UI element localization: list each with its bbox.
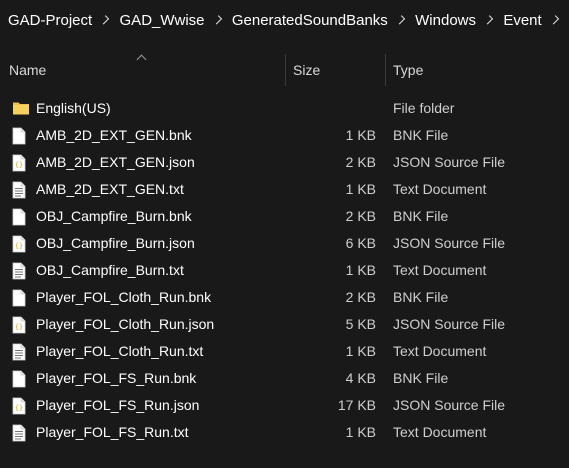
file-row[interactable]: Player_FOL_FS_Run.bnk 4 KB BNK File — [0, 365, 569, 392]
file-row[interactable]: Player_FOL_FS_Run.txt 1 KB Text Document — [0, 419, 569, 446]
file-name: AMB_2D_EXT_GEN.txt — [36, 181, 184, 197]
file-icon — [12, 289, 28, 307]
text-file-icon — [12, 181, 28, 199]
breadcrumb-item-gad-project[interactable]: GAD-Project — [8, 12, 92, 29]
file-name: Player_FOL_Cloth_Run.bnk — [36, 289, 212, 305]
column-divider[interactable] — [385, 54, 386, 86]
file-row[interactable]: {} AMB_2D_EXT_GEN.json 2 KB JSON Source Fil… — [0, 149, 569, 176]
json-file-icon: {} — [12, 235, 28, 253]
chevron-right-icon[interactable] — [100, 15, 110, 25]
file-name: Player_FOL_Cloth_Run.txt — [36, 343, 204, 359]
text-file-icon — [12, 262, 28, 280]
file-type: BNK File — [393, 370, 449, 386]
file-type: Text Document — [393, 343, 487, 359]
file-type: BNK File — [393, 289, 449, 305]
file-row[interactable]: {} Player_FOL_FS_Run.json 17 KB JSON Source… — [0, 392, 569, 419]
file-name: OBJ_Campfire_Burn.txt — [36, 262, 184, 278]
file-type: File folder — [393, 100, 455, 116]
file-size: 1 KB — [345, 262, 376, 278]
file-size: 1 KB — [345, 127, 376, 143]
svg-text:{}: {} — [15, 242, 23, 250]
chevron-right-icon[interactable] — [483, 15, 494, 25]
file-type: JSON Source File — [393, 316, 506, 332]
file-size: 17 KB — [337, 397, 376, 413]
breadcrumb-item-event[interactable]: Event — [503, 12, 541, 29]
breadcrumb: GAD-Project GAD_Wwise GeneratedSoundBank… — [0, 0, 569, 40]
file-type: Text Document — [393, 424, 487, 440]
column-header-row: Name Size Type — [0, 52, 569, 88]
svg-text:{}: {} — [15, 161, 23, 169]
svg-text:{}: {} — [15, 404, 23, 412]
file-type: JSON Source File — [393, 397, 506, 413]
file-name: OBJ_Campfire_Burn.bnk — [36, 208, 192, 224]
json-file-icon: {} — [12, 397, 28, 415]
file-icon — [12, 208, 28, 226]
file-icon — [12, 127, 28, 145]
file-name: English(US) — [36, 100, 111, 116]
json-file-icon: {} — [12, 316, 28, 334]
column-header-name[interactable]: Name — [9, 52, 46, 88]
svg-text:{}: {} — [15, 323, 23, 331]
chevron-right-icon[interactable] — [549, 15, 560, 25]
folder-icon — [12, 100, 29, 118]
file-list: English(US) File folder AMB_2D_EXT_GEN.bnk… — [0, 95, 569, 446]
column-header-type[interactable]: Type — [393, 52, 423, 88]
file-type: JSON Source File — [393, 235, 506, 251]
file-name: Player_FOL_Cloth_Run.json — [36, 316, 215, 332]
file-row[interactable]: OBJ_Campfire_Burn.bnk 2 KB BNK File — [0, 203, 569, 230]
file-type: Text Document — [393, 181, 487, 197]
file-size: 2 KB — [345, 289, 376, 305]
file-row[interactable]: {} OBJ_Campfire_Burn.json 6 KB JSON Source … — [0, 230, 569, 257]
text-file-icon — [12, 424, 28, 442]
breadcrumb-item-gad-wwise[interactable]: GAD_Wwise — [120, 12, 205, 29]
file-row[interactable]: {} Player_FOL_Cloth_Run.json 5 KB JSON Sour… — [0, 311, 569, 338]
file-name: Player_FOL_FS_Run.txt — [36, 424, 189, 440]
file-size: 1 KB — [345, 181, 376, 197]
file-row[interactable]: OBJ_Campfire_Burn.txt 1 KB Text Document — [0, 257, 569, 284]
breadcrumb-item-windows[interactable]: Windows — [415, 12, 476, 29]
file-size: 6 KB — [345, 235, 376, 251]
folder-row[interactable]: English(US) File folder — [0, 95, 569, 122]
file-name: Player_FOL_FS_Run.bnk — [36, 370, 197, 386]
column-header-size[interactable]: Size — [293, 52, 320, 88]
file-name: OBJ_Campfire_Burn.json — [36, 235, 195, 251]
column-divider[interactable] — [285, 54, 286, 86]
breadcrumb-item-generated-soundbanks[interactable]: GeneratedSoundBanks — [232, 12, 388, 29]
file-type: BNK File — [393, 208, 449, 224]
text-file-icon — [12, 343, 28, 361]
file-name: Player_FOL_FS_Run.json — [36, 397, 200, 413]
file-type: JSON Source File — [393, 154, 506, 170]
file-size: 1 KB — [345, 343, 376, 359]
file-row[interactable]: AMB_2D_EXT_GEN.bnk 1 KB BNK File — [0, 122, 569, 149]
file-row[interactable]: AMB_2D_EXT_GEN.txt 1 KB Text Document — [0, 176, 569, 203]
chevron-right-icon[interactable] — [212, 15, 222, 25]
file-size: 2 KB — [345, 154, 376, 170]
file-name: AMB_2D_EXT_GEN.bnk — [36, 127, 192, 143]
file-name: AMB_2D_EXT_GEN.json — [36, 154, 195, 170]
file-type: Text Document — [393, 262, 487, 278]
json-file-icon: {} — [12, 154, 28, 172]
file-size: 1 KB — [345, 424, 376, 440]
chevron-right-icon[interactable] — [395, 15, 406, 25]
file-size: 4 KB — [345, 370, 376, 386]
file-type: BNK File — [393, 127, 449, 143]
file-icon — [12, 370, 28, 388]
file-size: 5 KB — [345, 316, 376, 332]
file-size: 2 KB — [345, 208, 376, 224]
file-row[interactable]: Player_FOL_Cloth_Run.bnk 2 KB BNK File — [0, 284, 569, 311]
file-row[interactable]: Player_FOL_Cloth_Run.txt 1 KB Text Documen… — [0, 338, 569, 365]
